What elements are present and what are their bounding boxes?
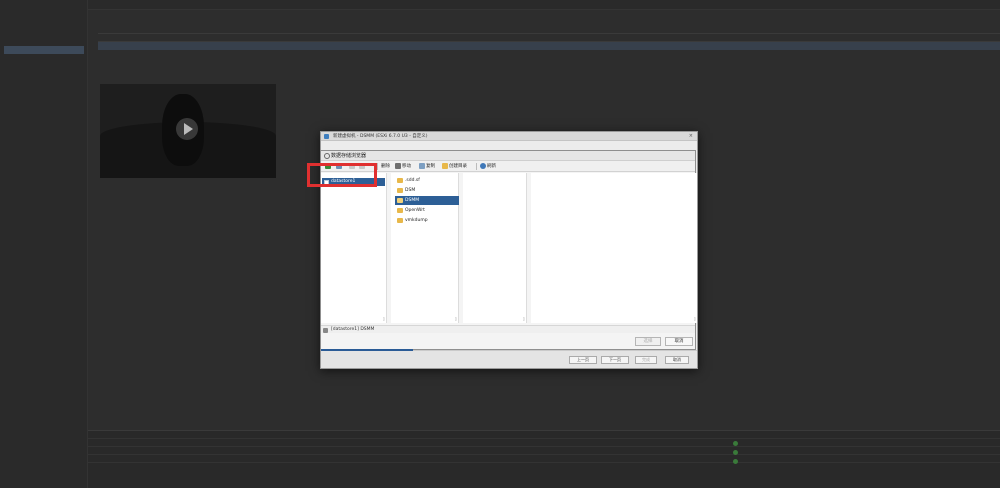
folder-icon [397, 178, 403, 183]
folder-name: OpenWrt [405, 208, 425, 213]
toolbar-divider [377, 163, 378, 170]
task-row [88, 439, 1000, 447]
folder-item-selected[interactable]: DSMM [395, 196, 459, 205]
path-bar: [datastore1] DSMM [321, 325, 695, 333]
folder-pane: .sdd.sf DSM DSMM OpenWrt vmkdump ▯ [391, 173, 459, 323]
cancel-button[interactable]: 取消 [665, 337, 693, 346]
dialog-progress [321, 349, 413, 351]
scroll-handle[interactable]: ▯ [383, 316, 385, 321]
move-label: 移动 [402, 164, 411, 169]
dialog-title-bar: 数据存储浏览器 [321, 151, 695, 161]
nav-item [4, 22, 84, 30]
highlight-annotation [307, 163, 377, 187]
finish-button[interactable]: 完成 [635, 356, 657, 364]
datastore-icon [323, 327, 328, 333]
nav-item [4, 65, 84, 73]
nav-item [4, 56, 84, 64]
navigator-panel [0, 0, 88, 488]
success-icon [733, 450, 738, 455]
contents-pane: ▯ [463, 173, 527, 323]
delete-button[interactable]: 删除 [381, 162, 390, 171]
play-icon [176, 118, 198, 140]
tasks-header [88, 431, 1000, 439]
wizard-title-bar: 新建虚拟机 - DSMM (ESXi 6.7.0 U3 - 自定义) [321, 132, 697, 141]
move-icon [395, 162, 401, 169]
close-icon[interactable]: × [689, 133, 693, 139]
new-folder-label: 创建目录 [449, 164, 467, 169]
task-row [88, 455, 1000, 463]
folder-item[interactable]: vmkdump [395, 216, 459, 225]
refresh-button[interactable]: 刷新 [480, 162, 496, 171]
nav-item-selected [4, 46, 84, 54]
select-button[interactable]: 选择 [635, 337, 661, 346]
search-icon [324, 153, 330, 159]
folder-icon [397, 198, 403, 203]
copy-button[interactable]: 复制 [419, 162, 435, 171]
delete-label: 删除 [381, 164, 390, 169]
folder-name: vmkdump [405, 218, 428, 223]
folder-item[interactable]: OpenWrt [395, 206, 459, 215]
folder-icon [397, 188, 403, 193]
success-icon [733, 459, 738, 464]
folder-icon [442, 162, 448, 169]
folder-name: DSMM [405, 198, 420, 203]
vm-table-header [98, 34, 1000, 42]
folder-icon [397, 208, 403, 213]
next-button[interactable]: 下一页 [601, 356, 629, 364]
new-folder-button[interactable]: 创建目录 [442, 162, 467, 171]
folder-name: DSM [405, 188, 416, 193]
move-button[interactable]: 移动 [395, 162, 411, 171]
refresh-label: 刷新 [487, 164, 496, 169]
task-row [88, 447, 1000, 455]
browser-toolbar: 删除 移动 复制 创建目录 刷新 [321, 161, 695, 172]
folder-icon [397, 218, 403, 223]
dialog-title: 数据存储浏览器 [331, 153, 367, 159]
recent-tasks-panel [88, 430, 1000, 488]
nav-item [4, 12, 84, 20]
scroll-handle[interactable]: ▯ [455, 316, 457, 321]
nav-item [4, 2, 84, 10]
refresh-icon [480, 162, 486, 169]
datastore-pane: datastore1 ▯ [321, 173, 387, 323]
current-path: [datastore1] DSMM [331, 327, 375, 332]
scroll-handle[interactable]: ▯ [523, 316, 525, 321]
top-bar [88, 0, 1000, 10]
folder-item[interactable]: DSM [395, 186, 459, 195]
copy-label: 复制 [426, 164, 435, 169]
wizard-cancel-button[interactable]: 取消 [665, 356, 689, 364]
preview-pane: ▯ [531, 173, 697, 323]
folder-name: .sdd.sf [405, 178, 420, 183]
success-icon [733, 441, 738, 446]
vm-table [98, 33, 1000, 53]
copy-icon [419, 162, 425, 169]
wizard-footer: 上一页 下一页 完成 取消 [321, 350, 697, 368]
background-toolbar [88, 19, 1000, 28]
toolbar-divider [476, 163, 477, 170]
vm-console-thumbnail [100, 84, 276, 178]
nav-item [4, 32, 84, 40]
back-button[interactable]: 上一页 [569, 356, 597, 364]
vm-icon [324, 134, 329, 139]
vm-table-row [98, 42, 1000, 50]
folder-item[interactable]: .sdd.sf [395, 176, 459, 185]
wizard-title: 新建虚拟机 - DSMM (ESXi 6.7.0 U3 - 自定义) [333, 134, 428, 139]
scroll-handle[interactable]: ▯ [694, 316, 696, 321]
